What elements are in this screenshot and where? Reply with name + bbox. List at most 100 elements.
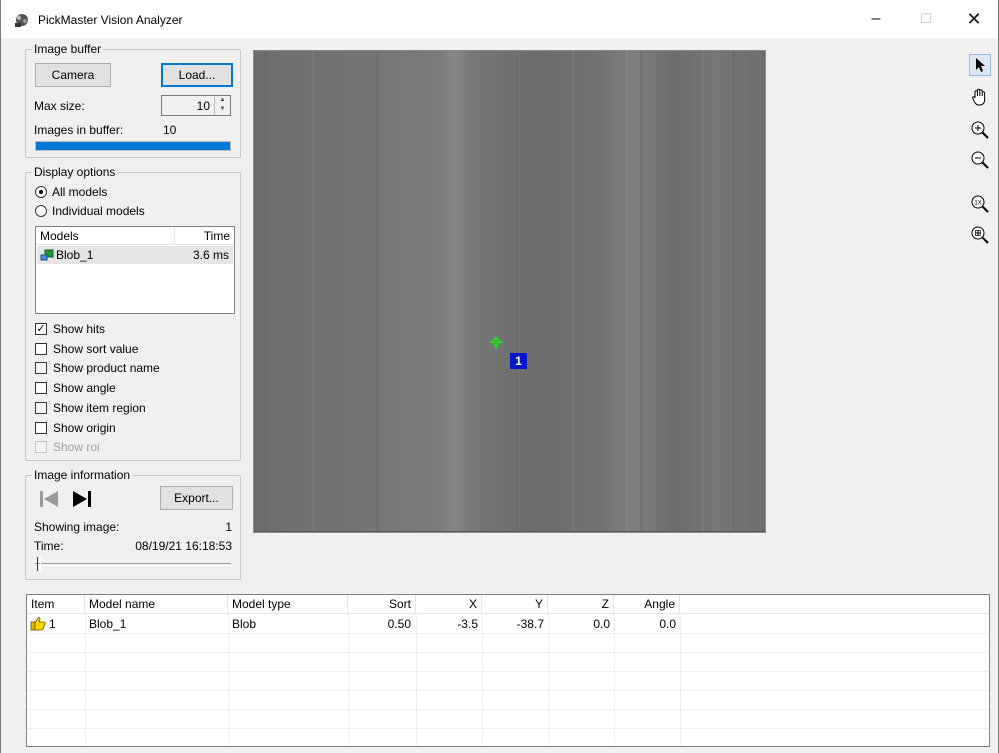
pan-tool-button[interactable] — [969, 86, 991, 108]
checkbox-show-origin[interactable]: Show origin — [35, 421, 116, 435]
cursor-arrow-icon — [976, 58, 985, 72]
results-table-header: Item Model name Model type Sort X Y Z An… — [27, 595, 989, 614]
radio-all-models[interactable]: All models — [35, 185, 107, 199]
models-list-header: Models Time — [36, 227, 234, 245]
skip-back-icon — [40, 491, 58, 507]
display-options-legend: Display options — [34, 165, 116, 179]
radio-all-models-label: All models — [52, 185, 108, 199]
time-column-header[interactable]: Time — [204, 229, 230, 243]
row-angle: 0.0 — [659, 617, 676, 631]
checkbox-label: Show item region — [53, 400, 146, 415]
minimize-button[interactable]: – — [853, 0, 899, 38]
buffer-progress-bar — [35, 141, 231, 151]
export-button[interactable]: Export... — [160, 486, 233, 510]
image-buffer-legend: Image buffer — [34, 42, 102, 56]
zoom-fit-button[interactable] — [969, 224, 991, 246]
row-model-type: Blob — [232, 617, 257, 631]
models-list[interactable]: Models Time Blob_1 3.6 ms — [35, 226, 235, 314]
pointer-tool-button[interactable] — [969, 54, 991, 76]
row-y: -38.7 — [516, 617, 544, 631]
max-size-stepper[interactable]: 10 ▲ ▼ — [161, 95, 231, 116]
checkbox-label: Show hits — [53, 322, 106, 336]
col-model-name[interactable]: Model name — [85, 595, 228, 614]
checkbox-show-product-name[interactable]: Show product name — [35, 361, 160, 375]
row-sort: 0.50 — [387, 617, 411, 631]
previous-image-button[interactable] — [35, 486, 63, 512]
app-logo-icon — [15, 14, 28, 27]
time-value: 08/19/21 16:18:53 — [135, 539, 232, 553]
stepper-up-icon[interactable]: ▲ — [215, 96, 230, 105]
col-sort[interactable]: Sort — [348, 595, 416, 614]
row-item: 1 — [49, 617, 56, 631]
buffer-progress-fill — [36, 142, 230, 150]
maximize-button[interactable]: ☐ — [903, 0, 949, 38]
radio-selected-icon[interactable] — [35, 186, 47, 198]
col-item[interactable]: Item — [27, 595, 85, 614]
zoom-fit-icon — [971, 226, 989, 244]
showing-image-value: 1 — [225, 520, 232, 534]
checkbox-show-sort-value[interactable]: Show sort value — [35, 342, 138, 356]
camera-image — [254, 51, 765, 532]
col-model-type[interactable]: Model type — [228, 595, 348, 614]
skip-forward-icon — [73, 491, 91, 507]
showing-image-label: Showing image: — [34, 520, 120, 534]
checkbox-box[interactable] — [35, 342, 47, 355]
table-row[interactable]: 1 Blob_1 Blob 0.50 -3.5 -38.7 0.0 0.0 — [27, 614, 989, 633]
radio-individual-models[interactable]: Individual models — [35, 204, 145, 218]
camera-image-view[interactable]: 1 — [253, 50, 766, 533]
max-size-label: Max size: — [34, 99, 85, 113]
close-button[interactable]: ✕ — [951, 0, 997, 38]
checkbox-box[interactable] — [35, 382, 47, 395]
images-in-buffer-value: 10 — [163, 123, 177, 137]
col-y[interactable]: Y — [482, 595, 548, 614]
radio-individual-models-label: Individual models — [52, 204, 145, 218]
title-bar: PickMaster Vision Analyzer – ☐ ✕ — [1, 0, 998, 38]
col-angle[interactable]: Angle — [614, 595, 680, 614]
thumbs-up-icon — [30, 617, 46, 631]
checkbox-box — [35, 441, 47, 454]
model-name: Blob_1 — [56, 248, 94, 262]
window-title: PickMaster Vision Analyzer — [38, 13, 183, 27]
stepper-arrows[interactable]: ▲ ▼ — [214, 96, 230, 115]
stepper-down-icon[interactable]: ▼ — [215, 105, 230, 114]
zoom-out-button[interactable] — [969, 149, 991, 171]
checkbox-show-hits[interactable]: ✓ Show hits — [35, 322, 105, 336]
checkbox-box[interactable] — [35, 362, 47, 375]
row-x: -3.5 — [457, 617, 478, 631]
checkbox-label: Show origin — [53, 420, 116, 435]
checkbox-box[interactable] — [35, 401, 47, 414]
zoom-1x-button[interactable]: 1X — [969, 193, 991, 215]
image-information-legend: Image information — [34, 468, 131, 482]
image-slider-thumb[interactable] — [37, 557, 41, 571]
image-slider-track[interactable] — [35, 563, 231, 566]
zoom-in-icon — [971, 121, 989, 139]
zoom-in-button[interactable] — [969, 119, 991, 141]
camera-button[interactable]: Camera — [35, 63, 111, 87]
zoom-out-icon — [971, 151, 989, 169]
col-x[interactable]: X — [416, 595, 482, 614]
checkbox-show-angle[interactable]: Show angle — [35, 381, 116, 395]
next-image-button[interactable] — [68, 486, 96, 512]
checkmark-icon[interactable]: ✓ — [35, 323, 47, 335]
blob-model-icon — [40, 249, 54, 261]
results-table[interactable]: Item Model name Model type Sort X Y Z An… — [26, 594, 990, 747]
checkbox-label: Show product name — [53, 361, 160, 376]
svg-text:1X: 1X — [974, 201, 981, 207]
models-column-header[interactable]: Models — [40, 229, 79, 243]
checkbox-label: Show roi — [53, 440, 100, 455]
load-button[interactable]: Load... — [161, 63, 233, 87]
checkbox-box[interactable] — [35, 421, 47, 434]
checkbox-label: Show angle — [53, 381, 116, 396]
col-z[interactable]: Z — [548, 595, 614, 614]
checkbox-label: Show sort value — [53, 341, 139, 356]
checkbox-show-item-region[interactable]: Show item region — [35, 401, 146, 415]
time-label: Time: — [34, 539, 64, 553]
radio-unselected-icon[interactable] — [35, 205, 47, 217]
hand-icon — [972, 88, 986, 106]
hit-marker-label: 1 — [510, 353, 527, 369]
models-list-item[interactable]: Blob_1 3.6 ms — [37, 246, 233, 264]
row-z: 0.0 — [593, 617, 610, 631]
max-size-value: 10 — [196, 99, 210, 113]
model-time: 3.6 ms — [192, 248, 229, 262]
images-in-buffer-label: Images in buffer: — [34, 123, 124, 137]
